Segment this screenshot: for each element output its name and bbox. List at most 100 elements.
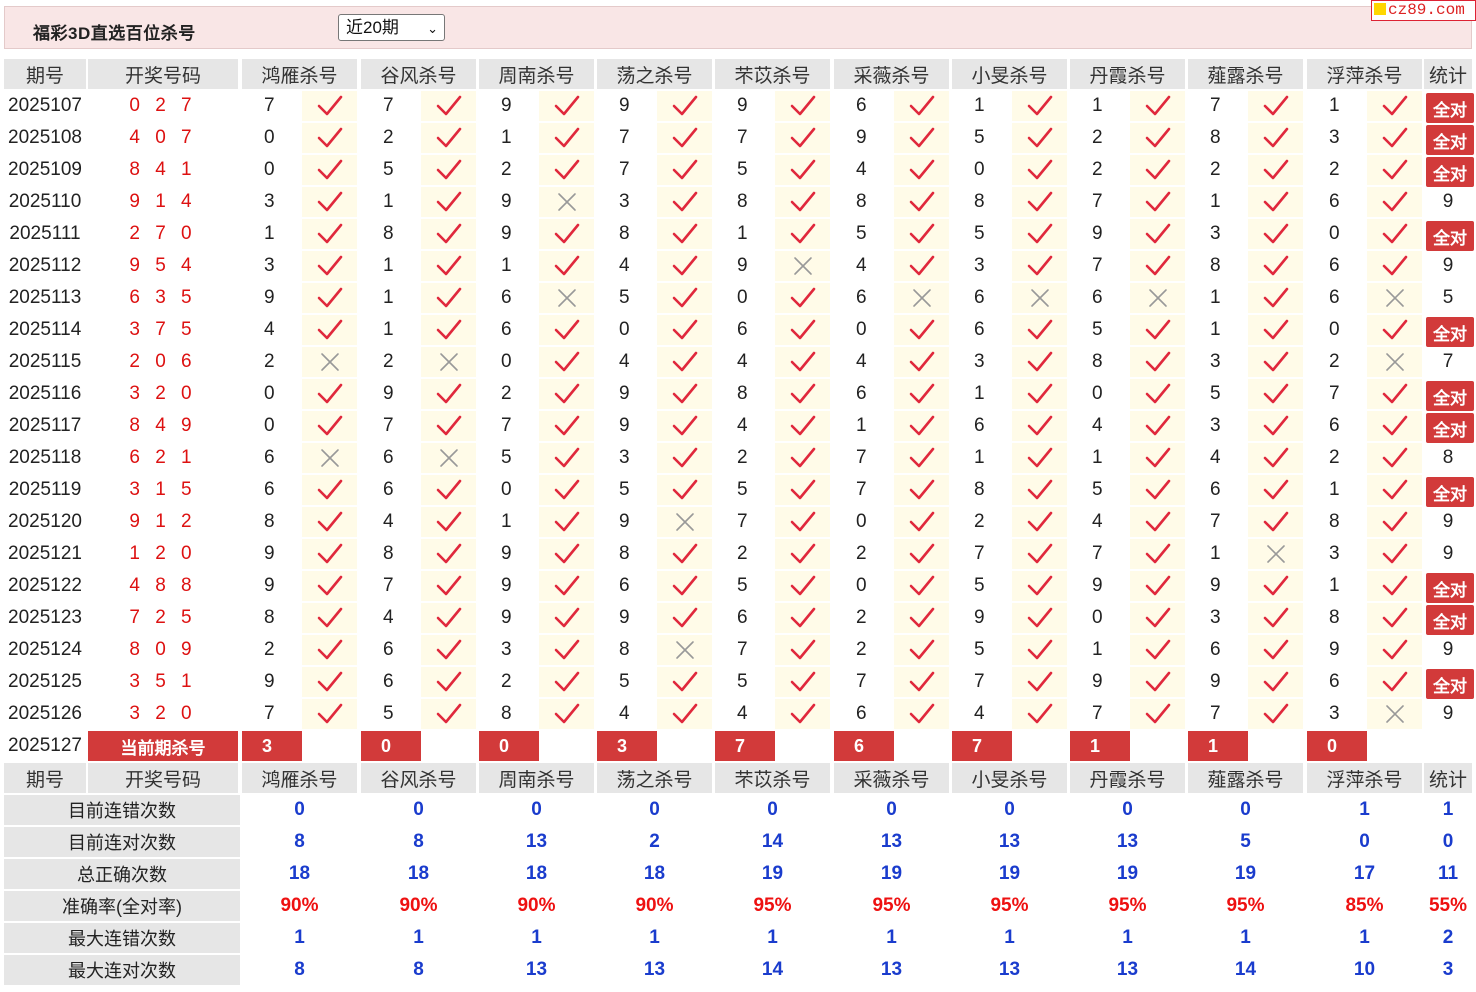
- summary-expert-header[interactable]: 小旻杀号: [952, 763, 1067, 793]
- summary-value: 17: [1307, 859, 1422, 889]
- check-icon: [1145, 607, 1170, 628]
- hit-mark-cell: [1012, 603, 1067, 633]
- check-icon: [1263, 127, 1288, 148]
- draw-number-cell: 6 2 1: [88, 443, 238, 473]
- hit-mark-cell: [775, 507, 830, 537]
- column-expert-header[interactable]: 鸿雁杀号: [242, 59, 357, 89]
- check-icon: [790, 575, 815, 596]
- kill-number-cell: 7: [834, 475, 892, 505]
- kill-number-cell: 6: [361, 475, 419, 505]
- kill-number-cell: 1: [1188, 539, 1246, 569]
- hit-mark-cell: [539, 443, 594, 473]
- check-icon: [436, 95, 461, 116]
- column-expert-header[interactable]: 浮萍杀号: [1307, 59, 1422, 89]
- cross-icon: [675, 641, 694, 659]
- hit-mark-cell: [1130, 123, 1185, 153]
- kill-number-cell: 9: [479, 91, 537, 121]
- check-icon: [554, 479, 579, 500]
- check-icon: [1027, 95, 1052, 116]
- summary-expert-header[interactable]: 鸿雁杀号: [242, 763, 357, 793]
- hit-mark-cell: [894, 443, 949, 473]
- kill-number-cell: 1: [1188, 315, 1246, 345]
- summary-expert-header[interactable]: 采薇杀号: [834, 763, 949, 793]
- column-expert-header[interactable]: 丹霞杀号: [1070, 59, 1185, 89]
- summary-stat-value: 0: [1424, 827, 1472, 857]
- hit-count-cell: 8: [1424, 443, 1472, 473]
- summary-stat-value: 3: [1424, 955, 1472, 985]
- kill-number-cell: 2: [242, 635, 300, 665]
- hit-mark-cell: [894, 155, 949, 185]
- hit-mark-cell: [421, 571, 476, 601]
- column-expert-header[interactable]: 芣苡杀号: [715, 59, 830, 89]
- summary-label: 目前连错次数: [4, 795, 240, 825]
- summary-expert-header[interactable]: 周南杀号: [479, 763, 594, 793]
- kill-number-cell: 0: [242, 155, 300, 185]
- column-expert-header[interactable]: 采薇杀号: [834, 59, 949, 89]
- kill-number-cell: 1: [361, 187, 419, 217]
- kill-number-cell: 2: [834, 539, 892, 569]
- check-icon: [1145, 703, 1170, 724]
- kill-number-cell: 8: [834, 187, 892, 217]
- column-expert-header[interactable]: 周南杀号: [479, 59, 594, 89]
- check-icon: [1263, 351, 1288, 372]
- kill-number-cell: 1: [1307, 571, 1365, 601]
- draw-number-cell: 1 2 0: [88, 539, 238, 569]
- summary-value: 0: [834, 795, 949, 825]
- check-icon: [672, 319, 697, 340]
- kill-number-cell: 2: [479, 155, 537, 185]
- check-icon: [554, 255, 579, 276]
- check-icon: [790, 383, 815, 404]
- check-icon: [436, 287, 461, 308]
- hit-mark-cell: [421, 603, 476, 633]
- column-expert-header[interactable]: 小旻杀号: [952, 59, 1067, 89]
- check-icon: [909, 703, 934, 724]
- period-cell: 2025126: [4, 699, 86, 729]
- summary-value: 8: [361, 827, 476, 857]
- hit-mark-cell: [1012, 699, 1067, 729]
- hit-mark-cell: [1248, 379, 1303, 409]
- kill-number-cell: 3: [952, 251, 1010, 281]
- column-expert-header[interactable]: 谷风杀号: [361, 59, 476, 89]
- check-icon: [317, 671, 342, 692]
- check-icon: [1145, 95, 1170, 116]
- summary-value: 0: [1070, 795, 1185, 825]
- column-period-header: 期号: [4, 59, 86, 89]
- summary-value: 2: [597, 827, 712, 857]
- kill-number-cell: 2: [1188, 155, 1246, 185]
- kill-number-cell: 6: [952, 283, 1010, 313]
- kill-number-cell: 6: [952, 411, 1010, 441]
- summary-value: 1: [1070, 923, 1185, 953]
- period-range-select[interactable]: 近20期 ⌄: [338, 14, 445, 41]
- summary-expert-header[interactable]: 谷风杀号: [361, 763, 476, 793]
- check-icon: [1263, 511, 1288, 532]
- check-icon: [436, 415, 461, 436]
- hit-mark-cell: [1367, 283, 1422, 313]
- summary-expert-header[interactable]: 浮萍杀号: [1307, 763, 1422, 793]
- check-icon: [436, 223, 461, 244]
- column-expert-header[interactable]: 薤露杀号: [1188, 59, 1303, 89]
- cross-icon: [912, 289, 931, 307]
- summary-value: 95%: [952, 891, 1067, 921]
- title-bar: 福彩3D直选百位杀号 近20期 ⌄: [4, 6, 1472, 49]
- kill-number-cell: 9: [479, 603, 537, 633]
- check-icon: [1145, 415, 1170, 436]
- summary-value: 1: [479, 923, 594, 953]
- kill-number-cell: 0: [952, 155, 1010, 185]
- summary-expert-header[interactable]: 荡之杀号: [597, 763, 712, 793]
- site-badge[interactable]: cz89.com: [1371, 0, 1476, 21]
- summary-expert-header[interactable]: 薤露杀号: [1188, 763, 1303, 793]
- hit-mark-cell: [1367, 347, 1422, 377]
- hit-mark-cell: [421, 283, 476, 313]
- cross-icon: [1385, 705, 1404, 723]
- check-icon: [790, 351, 815, 372]
- column-expert-header[interactable]: 荡之杀号: [597, 59, 712, 89]
- kill-number-cell: 7: [1188, 699, 1246, 729]
- check-icon: [1382, 575, 1407, 596]
- check-icon: [909, 319, 934, 340]
- summary-expert-header[interactable]: 丹霞杀号: [1070, 763, 1185, 793]
- kill-number-cell: 6: [479, 283, 537, 313]
- hit-mark-cell: [1130, 507, 1185, 537]
- summary-expert-header[interactable]: 芣苡杀号: [715, 763, 830, 793]
- kill-number-cell: 2: [242, 347, 300, 377]
- check-icon: [672, 223, 697, 244]
